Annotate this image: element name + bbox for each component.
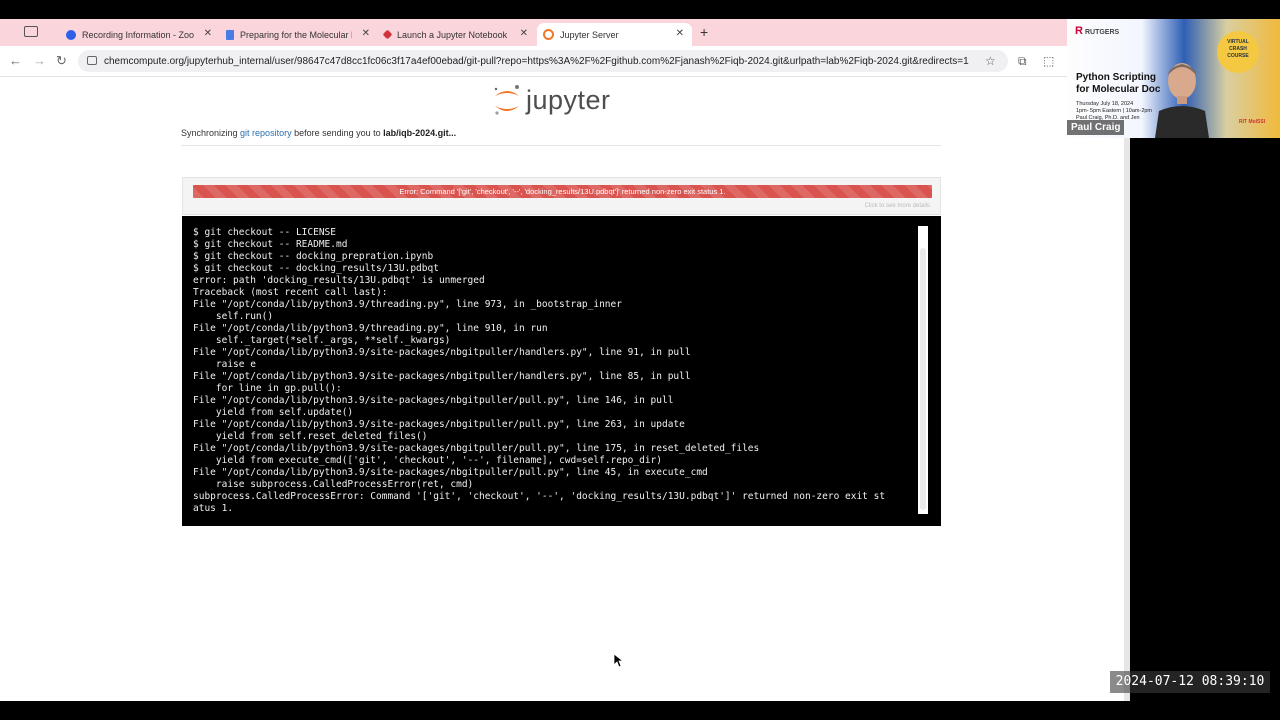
bookmark-star-icon[interactable]: ☆: [985, 54, 996, 68]
page-content: jupyter Synchronizing git repository bef…: [0, 77, 1130, 701]
site-info-icon[interactable]: [87, 56, 97, 65]
presenter-name-tag: Paul Craig: [1067, 120, 1125, 135]
browser-toolbar: ← → ↻ chemcompute.org/jupyterhub_interna…: [0, 46, 1130, 77]
extensions-icon[interactable]: ⬚: [1043, 54, 1054, 68]
url-text: chemcompute.org/jupyterhub_internal/user…: [104, 55, 969, 67]
virtual-crash-course-badge: VIRTUAL CRASH COURSE: [1217, 31, 1259, 73]
back-arrow-icon[interactable]: ←: [9, 53, 22, 68]
recording-timestamp: 2024-07-12 08:39:10: [1110, 671, 1270, 693]
terminal-log-text: $ git checkout -- LICENSE $ git checkout…: [193, 227, 886, 514]
tab-title: Recording Information - Zoom: [82, 29, 194, 40]
rutgers-text: RUTGERS: [1084, 29, 1120, 36]
tab-preparing-docking[interactable]: Preparing for the Molecular Docking ✕: [220, 23, 378, 46]
presenter-video: [1155, 63, 1209, 138]
tab-title: Jupyter Server: [560, 29, 619, 40]
logo-wordmark: jupyter: [526, 84, 611, 115]
browser-window: Recording Information - Zoom ✕ Preparing…: [0, 19, 1130, 701]
badge-text: VIRTUAL CRASH COURSE: [1227, 39, 1249, 59]
error-details-hint[interactable]: Click to see more details: [865, 203, 930, 209]
sync-prefix: Synchronizing: [181, 128, 241, 138]
forward-arrow-icon[interactable]: →: [33, 53, 46, 68]
close-tab-icon[interactable]: ✕: [362, 28, 370, 39]
tab-search-icon[interactable]: [24, 26, 38, 37]
tab-title: Launch a Jupyter Notebook from: [397, 29, 509, 40]
close-tab-icon[interactable]: ✕: [204, 28, 212, 39]
close-tab-icon[interactable]: ✕: [676, 28, 684, 39]
scrollbar-thumb[interactable]: [920, 248, 926, 510]
terminal-scrollbar[interactable]: [918, 226, 928, 514]
rutgers-logo: R RUTGERS: [1075, 25, 1120, 37]
jupyter-logo-icon: [494, 85, 519, 115]
tab-strip: Recording Information - Zoom ✕ Preparing…: [0, 19, 1130, 46]
tab-recording-information[interactable]: Recording Information - Zoom ✕: [60, 23, 220, 46]
git-repository-link[interactable]: git repository: [240, 128, 292, 138]
tab-jupyter-server[interactable]: Jupyter Server ✕: [537, 23, 692, 46]
divider: [181, 145, 941, 146]
sync-message: Synchronizing git repository before send…: [181, 128, 456, 138]
close-tab-icon[interactable]: ✕: [520, 28, 528, 39]
address-bar[interactable]: chemcompute.org/jupyterhub_internal/user…: [78, 50, 1008, 72]
docs-favicon-icon: [226, 29, 234, 40]
sync-middle: before sending you to: [291, 128, 384, 138]
sponsor-logos: RIT MolSSI: [1239, 119, 1266, 125]
zoom-video-tile: R RUTGERS VIRTUAL CRASH COURSE Python Scr…: [1067, 19, 1280, 138]
launch-favicon-icon: [382, 29, 393, 40]
zoom-favicon-icon: [66, 29, 76, 40]
sync-target: lab/iqb-2024.git...: [383, 128, 457, 138]
new-tab-button[interactable]: +: [700, 24, 708, 40]
error-panel[interactable]: Error: Command '['git', 'checkout', '--'…: [182, 177, 941, 215]
tab-launch-jupyter[interactable]: Launch a Jupyter Notebook from ✕: [378, 23, 536, 46]
jupyter-logo: jupyter: [492, 82, 611, 118]
log-output-terminal[interactable]: $ git checkout -- LICENSE $ git checkout…: [182, 216, 941, 526]
slide-title: Python Scripting for Molecular Doc: [1076, 72, 1161, 95]
error-progress-bar[interactable]: Error: Command '['git', 'checkout', '--'…: [193, 185, 932, 198]
cast-icon[interactable]: ⧉: [1018, 54, 1027, 69]
jupyter-favicon-icon: [543, 29, 554, 40]
tab-title: Preparing for the Molecular Docking: [240, 29, 352, 40]
reload-icon[interactable]: ↻: [56, 53, 67, 69]
mouse-cursor-icon: [614, 654, 624, 668]
slide-subtitle: Thursday July 18, 2024 1pm- 5pm Eastern …: [1076, 101, 1153, 121]
